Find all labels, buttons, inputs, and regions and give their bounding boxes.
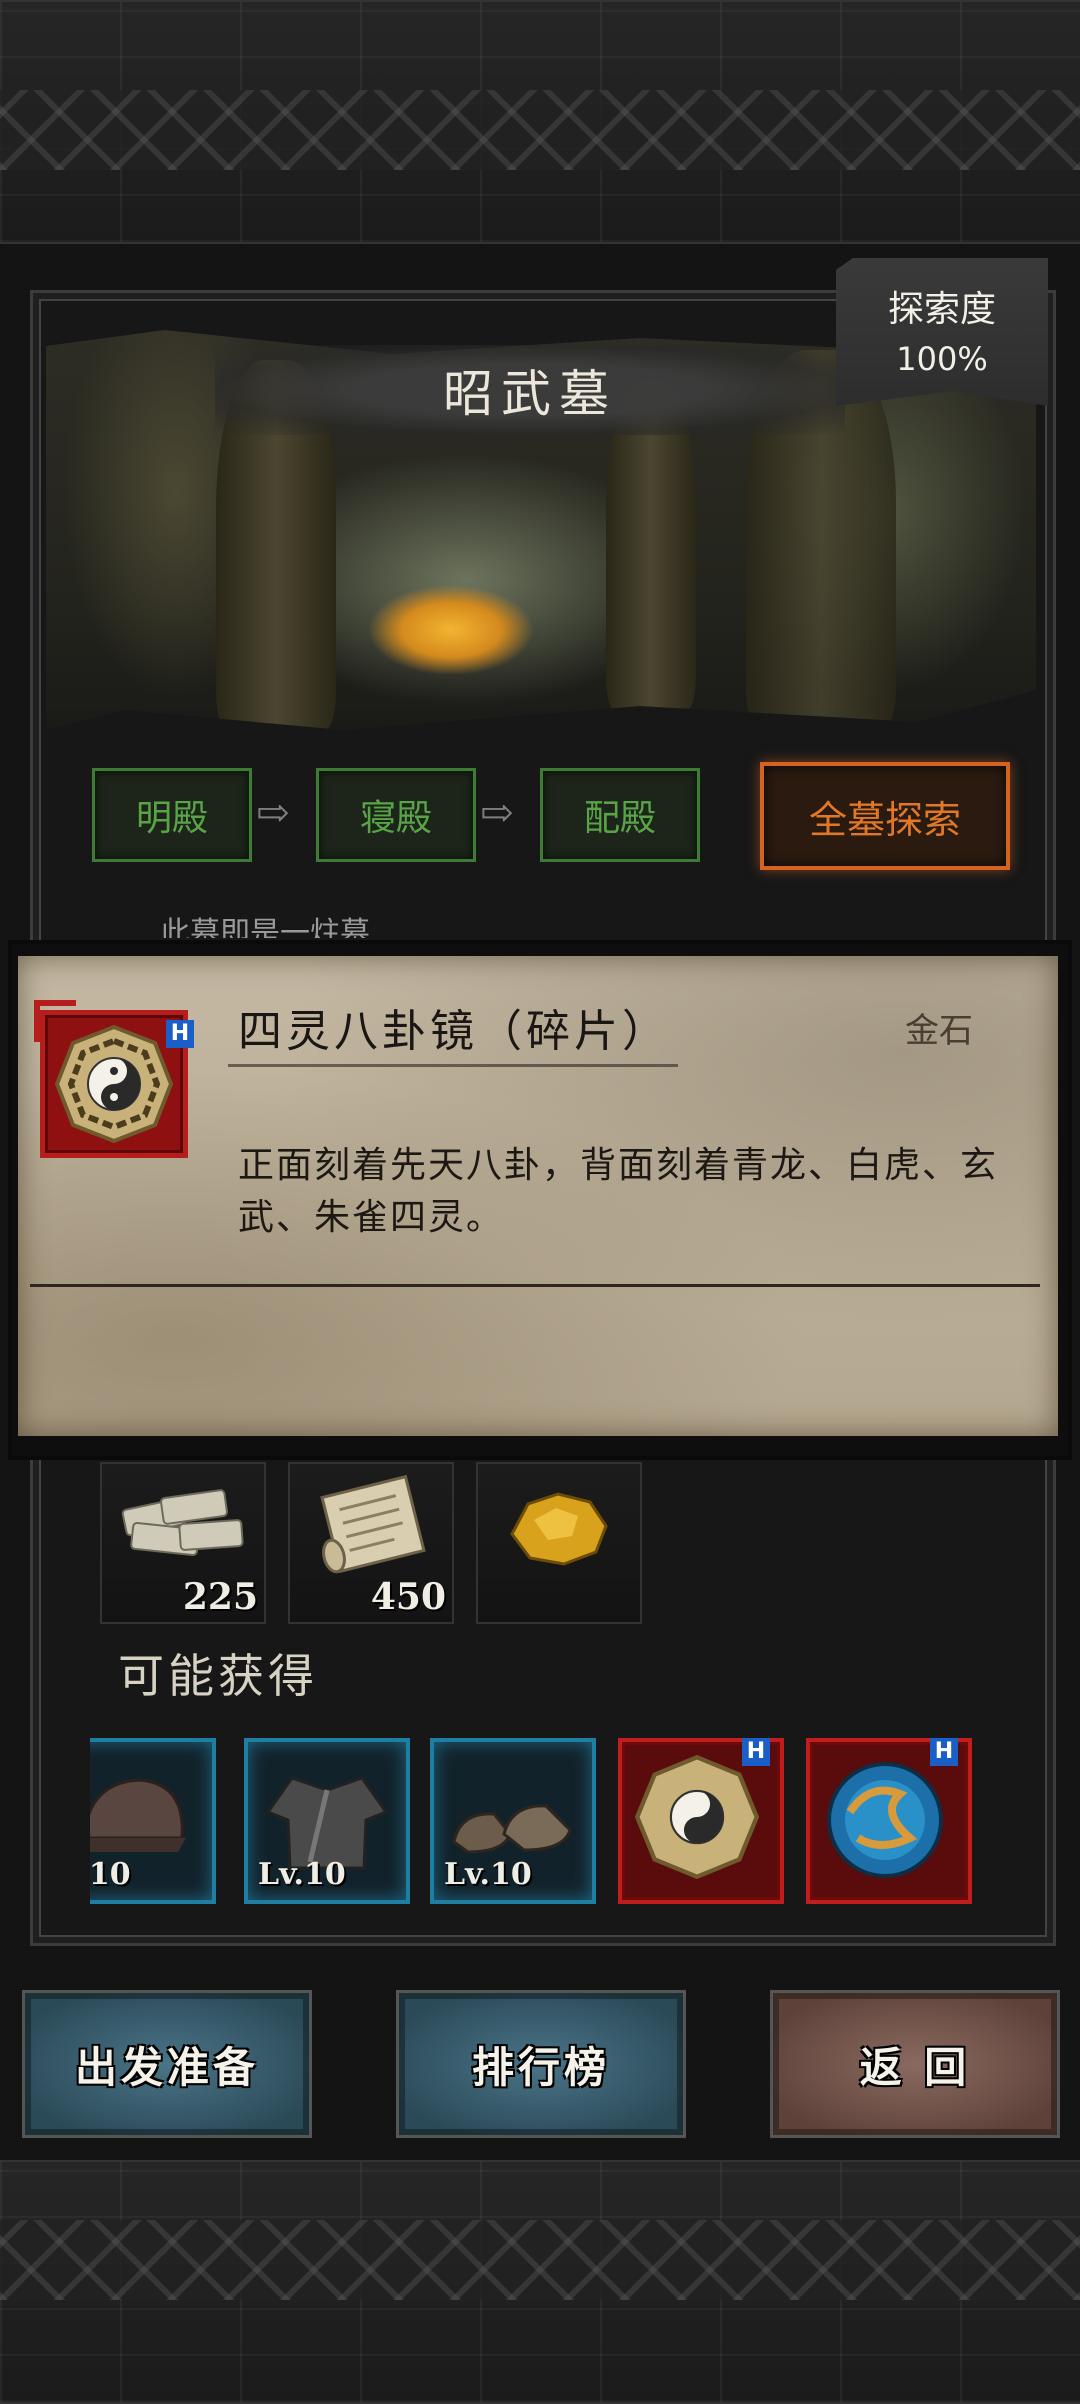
tooltip-divider [30, 1284, 1040, 1287]
route-button-ming-hall[interactable]: 明殿 [92, 768, 252, 862]
reward-quantity: 450 [370, 1576, 446, 1618]
drop-level: Lv.10 [258, 1857, 346, 1892]
icon-corner-ornament [34, 1000, 76, 1042]
scroll-icon [320, 1474, 426, 1574]
item-description: 正面刻着先天八卦，背面刻着青龙、白虎、玄武、朱雀四灵。 [238, 1145, 999, 1238]
name-divider [228, 1064, 678, 1067]
ranking-button[interactable]: 排行榜 [396, 1990, 686, 2138]
top-ornament [0, 90, 1080, 170]
route-button-pei-hall[interactable]: 配殿 [540, 768, 700, 862]
location-name: 昭武墓 [443, 365, 617, 423]
exploration-badge: 探索度 100% [836, 258, 1048, 406]
item-type: 金石 [905, 1011, 973, 1051]
location-title: 昭武墓 [215, 345, 845, 435]
bottom-ornament [0, 2220, 1080, 2300]
drop-level: v.10 [90, 1857, 131, 1892]
reward-quantity: 225 [182, 1576, 258, 1618]
exploration-value: 100% [896, 340, 988, 378]
reward-slot[interactable] [476, 1462, 642, 1624]
explore-all-button[interactable]: 全墓探索 [760, 762, 1010, 870]
drop-level: Lv.10 [444, 1857, 532, 1892]
reward-slot[interactable]: 225 [100, 1462, 266, 1624]
arrow-right-icon: ⇨ [256, 790, 290, 836]
reward-slot[interactable]: 450 [288, 1462, 454, 1624]
gold-nugget-icon [510, 1492, 608, 1566]
possible-drops-list: v.10 Lv.10 Lv.10 H H [90, 1730, 990, 1910]
rarity-h-badge: H [166, 1020, 194, 1048]
rarity-h-badge: H [742, 1738, 770, 1766]
possible-drops-label: 可能获得 [118, 1649, 318, 1703]
arrow-right-icon: ⇨ [480, 790, 514, 836]
drop-slot[interactable]: Lv.10 [430, 1738, 596, 1904]
item-name: 四灵八卦镜（碎片） [238, 1006, 670, 1057]
drop-slot[interactable]: v.10 [90, 1738, 216, 1904]
exploration-label: 探索度 [887, 289, 996, 330]
back-button[interactable]: 返 回 [770, 1990, 1060, 2138]
rarity-h-badge: H [930, 1738, 958, 1766]
prepare-button[interactable]: 出发准备 [22, 1990, 312, 2138]
silver-ingots-icon [121, 1489, 244, 1556]
tomb-description-partial: 此墓即是一炷墓 [160, 916, 370, 938]
drop-slot[interactable]: Lv.10 [244, 1738, 410, 1904]
route-button-qin-hall[interactable]: 寝殿 [316, 768, 476, 862]
